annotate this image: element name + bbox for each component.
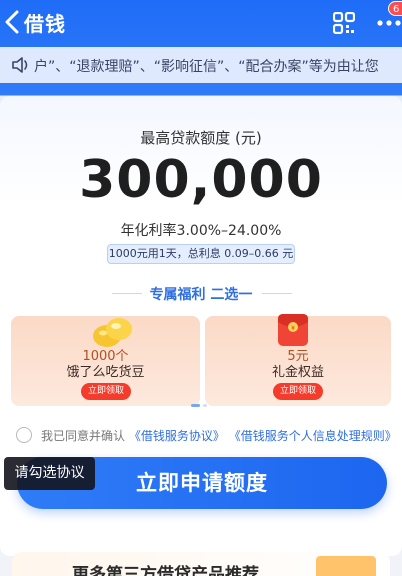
- agreement-checkbox[interactable]: [16, 427, 32, 443]
- welfare-header: 专属福利 二选一: [0, 284, 402, 304]
- svg-text:¥: ¥: [291, 325, 295, 332]
- claim-button[interactable]: 立即领取: [81, 383, 131, 400]
- benefit-card-cash[interactable]: ¥ 5元 礼金权益 立即领取: [205, 314, 391, 406]
- back-arrow-icon[interactable]: [2, 9, 24, 35]
- interest-rate: 年化利率3.00%–24.00%: [120, 223, 282, 239]
- loan-amount: 300,000: [79, 150, 323, 210]
- agreement-tooltip: 请勾选协议: [4, 457, 95, 490]
- scan-icon[interactable]: [333, 12, 355, 34]
- agreement-text: 我已同意并确认 《借钱服务协议》 《借钱服务个人信息处理规则》: [41, 427, 397, 444]
- quota-label: 最高贷款额度 (元): [140, 129, 262, 147]
- more-products-banner[interactable]: 更多第三方借贷产品推荐: [12, 552, 390, 576]
- privacy-rules-link[interactable]: 《借钱服务个人信息处理规则》: [229, 429, 397, 443]
- banner-title: 更多第三方借贷产品推荐: [72, 565, 259, 576]
- welfare-title: 专属福利 二选一: [149, 287, 253, 303]
- banner-decoration: [316, 556, 376, 576]
- interest-example: 1000元用1天，总利息 0.09–0.66 元: [107, 244, 295, 264]
- notice-text: 户”、“退款理赔”、“影响征信”、“配合办案”等为由让您: [34, 59, 379, 75]
- screen: 借钱 6 户”、“退款理赔”、“影响征信”、“配合办案”等为由让您 最高贷款额度…: [0, 0, 402, 576]
- speaker-icon: [12, 57, 28, 73]
- benefit-name: 礼金权益: [271, 365, 324, 380]
- carousel-indicator: [191, 404, 211, 408]
- more-icon[interactable]: [376, 18, 402, 28]
- red-packet-icon: ¥: [278, 314, 308, 346]
- header: 借钱 6: [0, 0, 402, 44]
- claim-button[interactable]: 立即领取: [273, 383, 323, 400]
- benefit-card-beans[interactable]: 1000个 饿了么吃货豆 立即领取: [11, 316, 200, 406]
- indicator-inactive: [203, 404, 207, 407]
- page-title: 借钱: [24, 12, 66, 36]
- benefit-name: 饿了么吃货豆: [66, 365, 145, 380]
- indicator-active: [191, 404, 200, 407]
- notification-badge: 6: [388, 1, 402, 16]
- notice-bar[interactable]: 户”、“退款理赔”、“影响征信”、“配合办案”等为由让您: [0, 47, 402, 83]
- service-agreement-link[interactable]: 《借钱服务协议》: [129, 429, 225, 443]
- agreement-prefix: 我已同意并确认: [41, 429, 126, 443]
